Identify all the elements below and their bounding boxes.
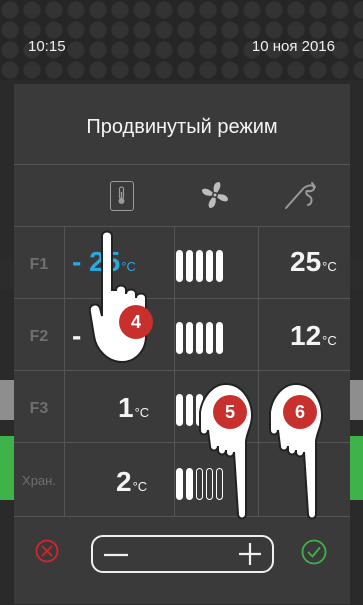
fan-level-bar (186, 322, 193, 354)
divider (14, 370, 350, 371)
tap-hint-5: 5 (199, 382, 254, 520)
row-f2-temperature-value: - (72, 320, 82, 351)
row-label-f1: F1 (29, 256, 49, 273)
fan-level-bar (196, 250, 203, 282)
fan-level-bar (186, 250, 193, 282)
thermometer-icon[interactable] (110, 181, 134, 211)
row-f1-third-unit: °C (322, 259, 337, 274)
cancel-icon[interactable] (35, 539, 59, 563)
hint-badge-6: 6 (295, 402, 305, 422)
row-f2-third-value[interactable]: 12°C (290, 320, 337, 352)
row-f2-third-unit: °C (322, 333, 337, 348)
divider (14, 298, 350, 299)
row-f2-fan-level[interactable] (176, 322, 242, 354)
confirm-icon[interactable] (301, 539, 327, 565)
backdrop-gray-strip-right (349, 380, 363, 420)
column-divider (64, 226, 65, 516)
plus-icon[interactable] (236, 541, 264, 567)
fan-level-bar (176, 394, 183, 426)
divider (14, 164, 350, 165)
backdrop-green-strip-left (0, 436, 14, 500)
row-label-f3: F3 (29, 400, 49, 417)
row-label-storage: Хран. (22, 473, 56, 488)
status-date: 10 ноя 2016 (251, 38, 335, 55)
dialog-title: Продвинутый режим (86, 116, 278, 138)
fan-level-bar (176, 468, 183, 500)
status-bar: 10:15 10 ноя 2016 (0, 0, 363, 80)
fan-level-bar (176, 322, 183, 354)
tap-hint-4: 4 (88, 230, 153, 364)
status-time: 10:15 (28, 38, 66, 55)
row-f1-fan-level[interactable] (176, 250, 242, 282)
minus-icon[interactable] (101, 545, 131, 565)
backdrop-green-strip-right (349, 436, 363, 500)
row-storage-temperature[interactable]: 2°C (116, 466, 147, 498)
column-divider (174, 226, 175, 516)
row-f2-temperature[interactable]: - (72, 320, 82, 352)
fan-level-bar (216, 250, 223, 282)
defrost-icon[interactable] (282, 178, 326, 210)
row-storage-temperature-unit: °C (132, 479, 148, 494)
row-f3-temperature-value: 1 (118, 392, 134, 423)
hint-badge-4: 4 (131, 312, 141, 332)
advanced-mode-dialog: Продвинутый режим F1 - 25°C 25°C F2 - 12… (14, 84, 350, 604)
row-f1-third-value[interactable]: 25°C (290, 246, 337, 278)
fan-level-bar (216, 322, 223, 354)
fan-level-bar (206, 322, 213, 354)
row-f2-third-number: 12 (290, 320, 322, 351)
row-label-f2: F2 (29, 328, 49, 345)
backdrop-gray-strip-left (0, 380, 14, 420)
row-f3-temperature-unit: °C (134, 405, 150, 420)
fan-level-bar (196, 322, 203, 354)
row-storage-temperature-value: 2 (116, 466, 132, 497)
fan-level-bar (186, 394, 193, 426)
fan-level-bar (176, 250, 183, 282)
row-f3-temperature[interactable]: 1°C (118, 392, 149, 424)
value-stepper (91, 535, 274, 573)
tap-hint-6: 6 (269, 382, 324, 520)
row-f1-third-number: 25 (290, 246, 322, 277)
fan-icon[interactable] (198, 178, 232, 212)
fan-level-bar (186, 468, 193, 500)
hint-badge-5: 5 (225, 402, 235, 422)
fan-level-bar (206, 250, 213, 282)
